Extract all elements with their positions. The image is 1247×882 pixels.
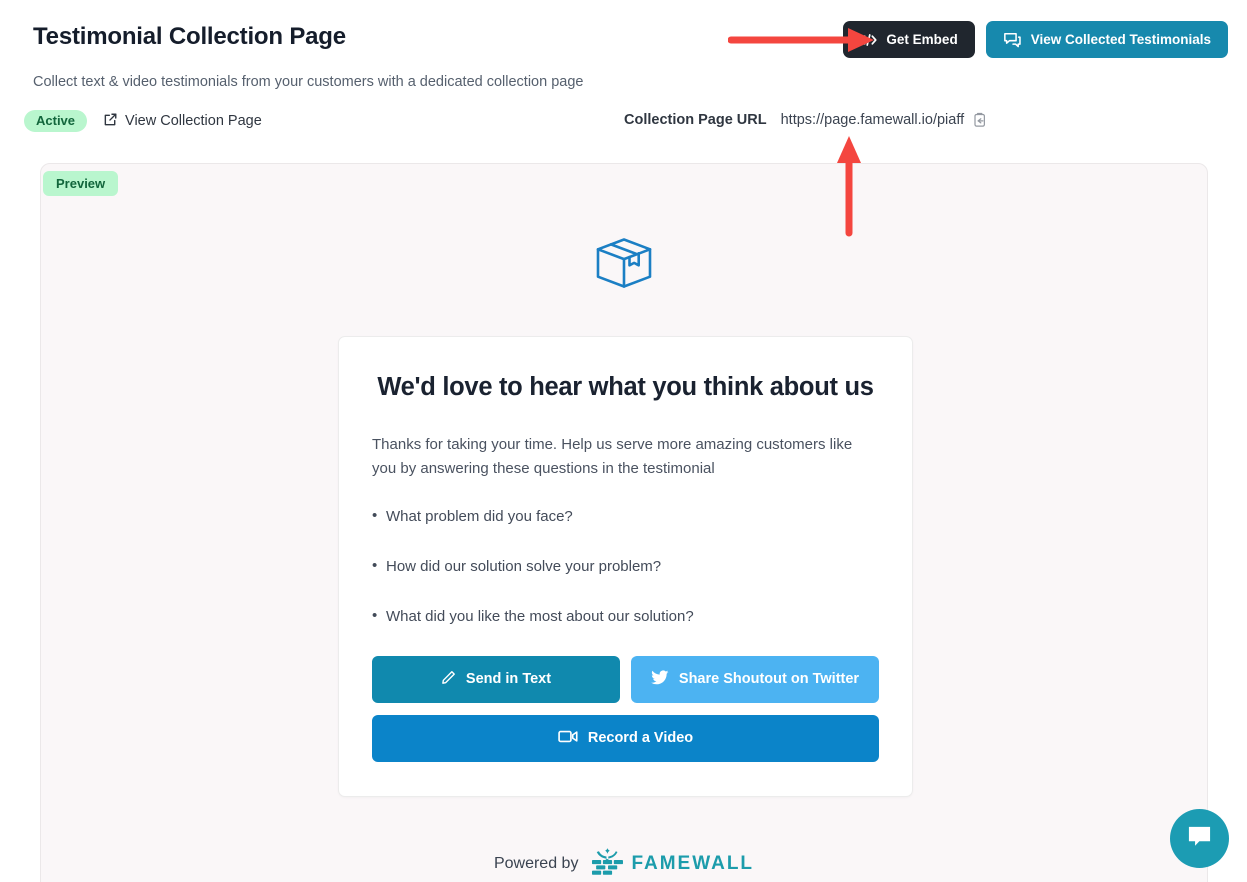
famewall-wordmark: FAMEWALL (631, 852, 755, 874)
collection-page-url-row: Collection Page URL https://page.famewal… (624, 112, 987, 128)
external-link-icon (103, 112, 118, 131)
card-title: We'd love to hear what you think about u… (377, 373, 874, 401)
chat-bubbles-icon (1003, 31, 1022, 48)
question-list: What problem did you face? How did our s… (372, 507, 879, 625)
app-root: Testimonial Collection Page Collect text… (0, 0, 1247, 882)
view-collected-testimonials-label: View Collected Testimonials (1030, 32, 1211, 47)
status-row: Active View Collection Page (24, 110, 262, 132)
chat-bubble-icon (1186, 824, 1213, 854)
clipboard-copy-icon[interactable] (972, 112, 987, 128)
status-badge: Active (24, 110, 88, 132)
send-in-text-label: Send in Text (465, 671, 552, 688)
package-box-icon (595, 237, 653, 294)
cta-row: Send in Text Share Shoutout on Twitter (372, 655, 879, 703)
page-subtitle: Collect text & video testimonials from y… (33, 74, 584, 90)
chat-widget-button[interactable] (1170, 809, 1229, 868)
powered-by-label: Powered by (493, 854, 579, 872)
view-collected-testimonials-button[interactable]: View Collected Testimonials (985, 21, 1228, 58)
list-item: What problem did you face? (372, 507, 879, 525)
list-item: What did you like the most about our sol… (372, 607, 879, 625)
collection-page-url-value: https://page.famewall.io/piaff (780, 112, 965, 128)
record-a-video-button[interactable]: Record a Video (372, 714, 879, 762)
share-shoutout-twitter-button[interactable]: Share Shoutout on Twitter (631, 655, 879, 703)
card-description: Thanks for taking your time. Help us ser… (372, 436, 853, 478)
view-collection-page-label: View Collection Page (125, 113, 262, 129)
powered-by: Powered by FAMEWALL (494, 847, 754, 880)
twitter-bird-icon (651, 670, 669, 689)
get-embed-label: Get Embed (886, 32, 958, 47)
collection-page-url-label: Collection Page URL (624, 112, 767, 128)
famewall-logo-icon (590, 847, 623, 880)
record-a-video-label: Record a Video (587, 730, 694, 747)
preview-container: Preview We'd love to hear what you think… (40, 163, 1208, 882)
preview-badge: Preview (43, 171, 119, 196)
list-item: How did our solution solve your problem? (372, 557, 879, 575)
pencil-icon (441, 670, 456, 689)
header-actions: Get Embed View Collected Testimonials (843, 21, 1228, 58)
send-in-text-button[interactable]: Send in Text (372, 655, 620, 703)
testimonial-form-card: We'd love to hear what you think about u… (338, 336, 913, 797)
famewall-logo: FAMEWALL (590, 847, 754, 880)
page-title: Testimonial Collection Page (33, 23, 346, 50)
get-embed-button[interactable]: Get Embed (843, 21, 975, 58)
share-shoutout-twitter-label: Share Shoutout on Twitter (678, 671, 860, 688)
view-collection-page-link[interactable]: View Collection Page (103, 112, 262, 131)
code-icon (860, 33, 877, 47)
video-camera-icon (558, 729, 578, 748)
